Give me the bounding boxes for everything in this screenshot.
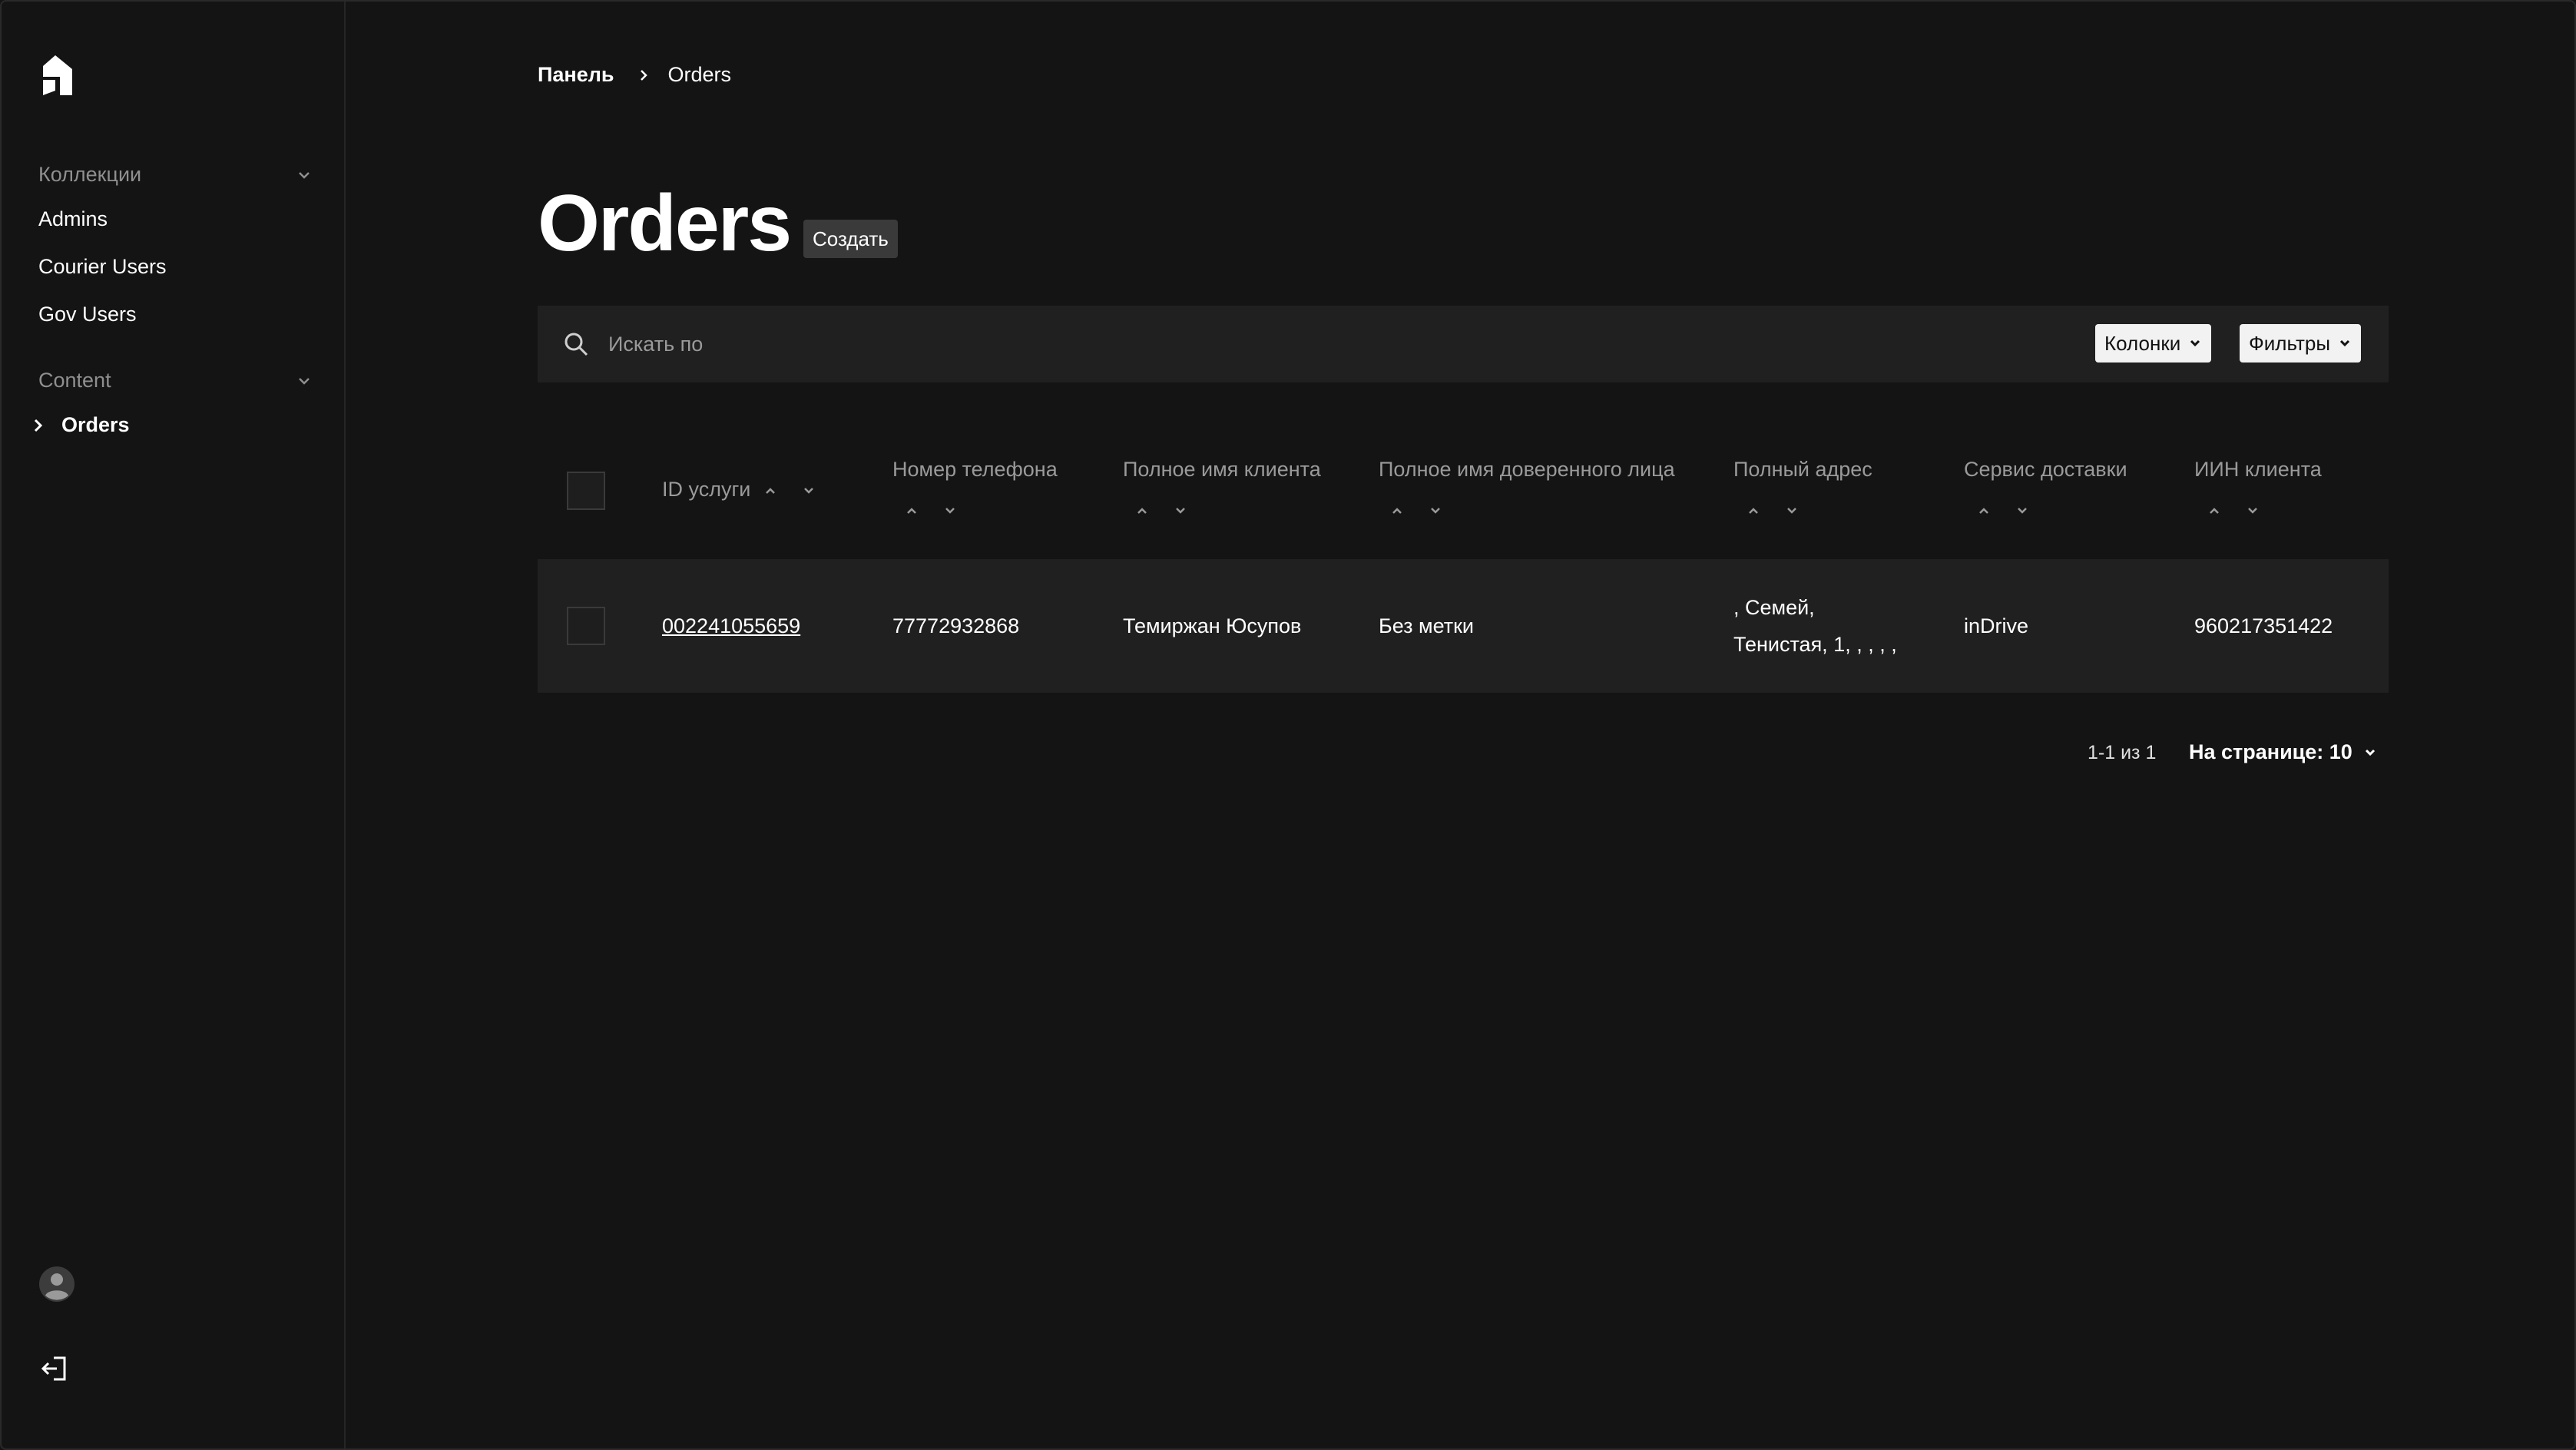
sort-asc-icon[interactable] <box>1977 504 1991 518</box>
column-header-phone[interactable]: Номер телефона <box>892 458 1058 482</box>
per-page-dropdown[interactable]: На странице: 10 <box>2189 740 2377 764</box>
pagination-range: 1-1 из 1 <box>2088 742 2157 763</box>
cell-delivery: inDrive <box>1964 614 2029 637</box>
logo-icon[interactable] <box>38 55 77 95</box>
sidebar-item-orders[interactable]: Orders <box>61 413 130 437</box>
sort-asc-icon[interactable] <box>2207 504 2221 518</box>
sort-desc-icon[interactable] <box>1785 504 1799 518</box>
breadcrumb-current: Orders <box>667 63 732 86</box>
logout-icon[interactable] <box>40 1353 71 1384</box>
breadcrumb: Панель Orders <box>538 63 731 87</box>
columns-dropdown-label: Колонки <box>2104 331 2181 355</box>
breadcrumb-chevron-right-icon <box>640 69 647 81</box>
search-input[interactable] <box>608 326 1760 362</box>
sort-desc-icon[interactable] <box>1429 504 1442 518</box>
sort-desc-icon[interactable] <box>943 504 957 518</box>
content-group-label[interactable]: Content <box>38 369 111 392</box>
active-chevron-right-icon <box>34 419 43 432</box>
column-header-id[interactable]: ID услуги <box>662 478 750 502</box>
page-title: Orders <box>538 179 792 268</box>
content-chevron-down-icon[interactable] <box>295 372 313 390</box>
cell-phone: 77772932868 <box>892 614 1020 637</box>
order-id-link[interactable]: 002241055659 <box>662 614 800 638</box>
sidebar-item-courier-users[interactable]: Courier Users <box>38 255 167 279</box>
sort-asc-icon[interactable] <box>905 504 919 518</box>
filters-dropdown[interactable]: Фильтры <box>2240 324 2362 362</box>
user-avatar-icon[interactable] <box>38 1266 75 1303</box>
chevron-down-icon <box>2339 339 2350 347</box>
cell-client-name: Темиржан Юсупов <box>1123 614 1302 637</box>
sidebar-item-admins[interactable]: Admins <box>38 207 108 231</box>
cell-iin: 960217351422 <box>2194 614 2333 637</box>
breadcrumb-home-link[interactable]: Панель <box>538 63 614 87</box>
chevron-down-icon <box>2190 339 2200 347</box>
column-header-client-name[interactable]: Полное имя клиента <box>1123 458 1321 482</box>
search-icon <box>565 333 588 356</box>
chevron-down-icon <box>2365 749 2375 756</box>
sort-desc-icon[interactable] <box>2246 504 2260 518</box>
column-header-proxy-name[interactable]: Полное имя доверенного лица <box>1379 458 1675 482</box>
cell-address-line2: Тенистая, 1, , , , , <box>1733 633 1897 656</box>
row-checkbox[interactable] <box>567 607 605 645</box>
select-all-checkbox[interactable] <box>567 472 605 510</box>
create-button[interactable]: Создать <box>803 220 898 258</box>
sidebar-item-gov-users[interactable]: Gov Users <box>38 303 137 326</box>
sort-desc-icon[interactable] <box>802 484 816 498</box>
collections-group-label[interactable]: Коллекции <box>38 163 141 187</box>
column-header-iin[interactable]: ИИН клиента <box>2194 458 2322 482</box>
columns-dropdown[interactable]: Колонки <box>2095 324 2212 362</box>
window-frame <box>0 0 2576 1450</box>
sort-asc-icon[interactable] <box>763 484 777 498</box>
sort-asc-icon[interactable] <box>1747 504 1760 518</box>
filters-dropdown-label: Фильтры <box>2249 331 2331 355</box>
column-header-address[interactable]: Полный адрес <box>1733 458 1872 482</box>
sort-desc-icon[interactable] <box>1174 504 1187 518</box>
column-header-delivery[interactable]: Сервис доставки <box>1964 458 2127 482</box>
search-bar: Колонки Фильтры <box>538 306 2389 382</box>
sort-asc-icon[interactable] <box>1135 504 1149 518</box>
sidebar: Коллекции Admins Courier Users Gov Users… <box>0 0 346 1450</box>
sort-asc-icon[interactable] <box>1390 504 1404 518</box>
sort-desc-icon[interactable] <box>2015 504 2029 518</box>
table-row[interactable]: 002241055659 77772932868 Темиржан Юсупов… <box>538 559 2389 693</box>
collections-chevron-down-icon[interactable] <box>295 166 313 184</box>
cell-address-line1: , Семей, <box>1733 596 1815 619</box>
cell-proxy-name: Без метки <box>1379 614 1474 637</box>
per-page-label: На странице: 10 <box>2189 740 2353 763</box>
